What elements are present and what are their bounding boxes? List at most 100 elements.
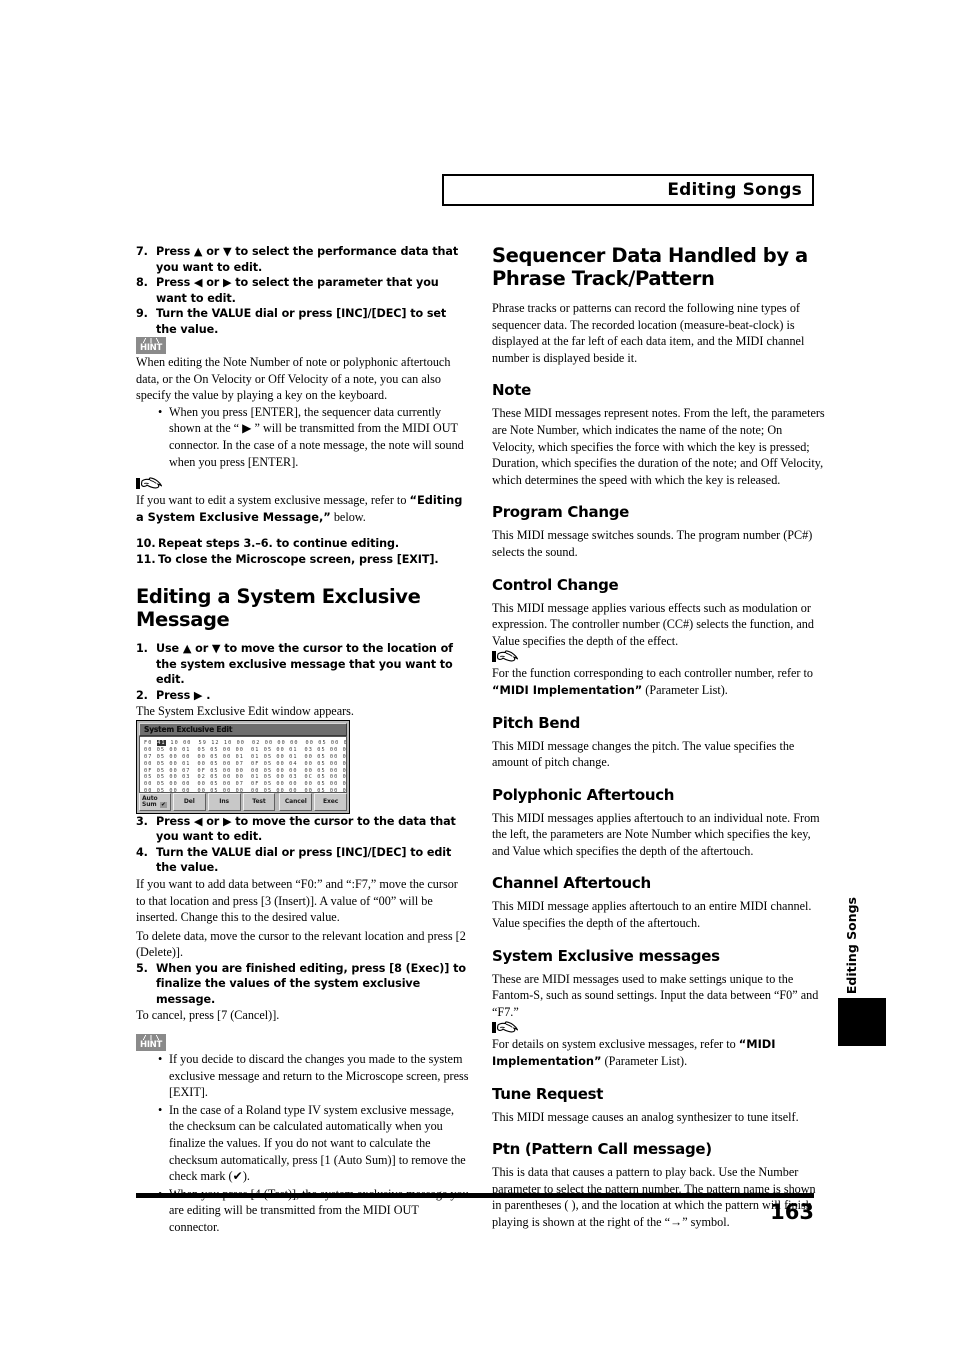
lcd-hex-cell[interactable]: 00 bbox=[276, 761, 284, 767]
lcd-hex-cell[interactable]: 00 bbox=[343, 747, 346, 753]
lcd-hex-cell[interactable]: 00 bbox=[330, 747, 338, 753]
lcd-hex-cell[interactable]: 02 bbox=[198, 774, 206, 780]
lcd-hex-cell[interactable]: 01 bbox=[251, 774, 259, 780]
lcd-hex-cell[interactable]: 10 bbox=[224, 740, 232, 746]
lcd-hex-cell[interactable]: 05 bbox=[317, 747, 325, 753]
lcd-hex-cell[interactable]: 00 bbox=[277, 740, 285, 746]
lcd-hex-cell[interactable]: 00 bbox=[305, 754, 313, 760]
lcd-hex-cell[interactable]: 00 bbox=[144, 781, 152, 787]
lcd-hex-cell[interactable]: 00 bbox=[305, 788, 313, 792]
lcd-hex-cell[interactable]: 02 bbox=[252, 740, 260, 746]
lcd-hex-cell[interactable]: 0C bbox=[305, 774, 313, 780]
lcd-button-test[interactable]: Test bbox=[242, 792, 276, 811]
lcd-hex-cell[interactable]: 41 bbox=[156, 739, 167, 746]
lcd-button-cancel[interactable]: Cancel bbox=[279, 792, 313, 811]
lcd-hex-cell[interactable]: 05 bbox=[157, 781, 165, 787]
lcd-hex-cell[interactable]: 00 bbox=[343, 781, 346, 787]
lcd-hex-cell[interactable]: 00 bbox=[330, 774, 338, 780]
lcd-hex-cell[interactable]: 07 bbox=[236, 781, 244, 787]
lcd-hex-cell[interactable]: 05 bbox=[264, 788, 272, 792]
lcd-hex-cell[interactable]: 00 bbox=[305, 781, 313, 787]
lcd-hex-cell[interactable]: 00 bbox=[305, 768, 313, 774]
lcd-hex-cell[interactable]: 12 bbox=[211, 740, 219, 746]
lcd-hex-cell[interactable]: 00 bbox=[223, 768, 231, 774]
lcd-hex-cell[interactable]: 05 bbox=[318, 740, 326, 746]
lcd-hex-cell[interactable]: 05 bbox=[210, 754, 218, 760]
lcd-hex-cell[interactable]: 05 bbox=[317, 768, 325, 774]
lcd-hex-cell[interactable]: 00 bbox=[330, 754, 338, 760]
lcd-hex-cell[interactable]: 05 bbox=[264, 761, 272, 767]
lcd-hex-cell[interactable]: 00 bbox=[289, 781, 297, 787]
lcd-hex-cell[interactable]: 00 bbox=[198, 754, 206, 760]
lcd-hex-cell[interactable]: 00 bbox=[251, 768, 259, 774]
lcd-hex-cell[interactable]: 05 bbox=[264, 754, 272, 760]
lcd-hex-cell[interactable]: 00 bbox=[182, 754, 190, 760]
lcd-hex-cell[interactable]: 01 bbox=[182, 747, 190, 753]
lcd-hex-cell[interactable]: 01 bbox=[289, 754, 297, 760]
lcd-hex-cell[interactable]: 02 bbox=[343, 768, 346, 774]
lcd-hex-cell[interactable]: 00 bbox=[169, 781, 177, 787]
lcd-hex-cell[interactable]: 05 bbox=[157, 747, 165, 753]
lcd-hex-cell[interactable]: 05 bbox=[264, 747, 272, 753]
lcd-hex-cell[interactable]: 00 bbox=[236, 774, 244, 780]
lcd-hex-cell[interactable]: 00 bbox=[276, 781, 284, 787]
lcd-hex-cell[interactable]: 00 bbox=[182, 788, 190, 792]
lcd-hex-cell[interactable]: 00 bbox=[183, 740, 191, 746]
lcd-hex-cell[interactable]: 05 bbox=[157, 768, 165, 774]
lcd-hex-cell[interactable]: 00 bbox=[265, 740, 273, 746]
lcd-hex-cell[interactable]: 59 bbox=[199, 740, 207, 746]
lcd-hex-cell[interactable]: 05 bbox=[317, 754, 325, 760]
lcd-hex-cell[interactable]: 00 bbox=[289, 768, 297, 774]
lcd-hex-cell[interactable]: 05 bbox=[157, 754, 165, 760]
lcd-hex-cell[interactable]: 00 bbox=[182, 781, 190, 787]
lcd-hex-cell[interactable]: 00 bbox=[330, 761, 338, 767]
lcd-button-exec[interactable]: Exec bbox=[314, 792, 347, 811]
lcd-hex-cell[interactable]: 00 bbox=[198, 781, 206, 787]
lcd-hex-cell[interactable]: 00 bbox=[169, 774, 177, 780]
lcd-hex-cell[interactable]: 01 bbox=[289, 747, 297, 753]
lcd-hex-cell[interactable]: 0F bbox=[251, 761, 259, 767]
lcd-hex-cell[interactable]: 00 bbox=[169, 768, 177, 774]
lcd-hex-cell[interactable]: 00 bbox=[169, 761, 177, 767]
lcd-hex-cell[interactable]: 00 bbox=[290, 740, 298, 746]
lcd-hex-cell[interactable]: 05 bbox=[210, 747, 218, 753]
lcd-hex-cell[interactable]: 00 bbox=[330, 768, 338, 774]
lcd-hex-cell[interactable]: 05 bbox=[264, 768, 272, 774]
lcd-hex-cell[interactable]: 00 bbox=[276, 754, 284, 760]
lcd-hex-cell[interactable]: 00 bbox=[343, 788, 346, 792]
lcd-hex-cell[interactable]: 05 bbox=[157, 761, 165, 767]
lcd-hex-cell[interactable]: 00 bbox=[223, 781, 231, 787]
lcd-hex-cell[interactable]: 07 bbox=[182, 768, 190, 774]
lcd-hex-cell[interactable]: 07 bbox=[144, 754, 152, 760]
lcd-hex-cell[interactable]: 00 bbox=[223, 754, 231, 760]
lcd-hex-cell[interactable]: 05 bbox=[210, 788, 218, 792]
lcd-hex-cell[interactable]: 00 bbox=[289, 788, 297, 792]
lcd-hex-cell[interactable]: 01 bbox=[236, 754, 244, 760]
lcd-hex-cell[interactable]: 00 bbox=[236, 747, 244, 753]
lcd-hex-cell[interactable]: 10 bbox=[170, 740, 178, 746]
lcd-hex-cell[interactable]: 01 bbox=[182, 761, 190, 767]
lcd-hex-cell[interactable]: 04 bbox=[289, 761, 297, 767]
lcd-hex-cell[interactable]: 05 bbox=[317, 774, 325, 780]
lcd-hex-cell[interactable]: 05 bbox=[157, 774, 165, 780]
lcd-hex-cell[interactable]: 00 bbox=[251, 788, 259, 792]
lcd-hex-cell[interactable]: 03 bbox=[182, 774, 190, 780]
lcd-hex-cell[interactable]: 00 bbox=[223, 761, 231, 767]
lcd-hex-cell[interactable]: 00 bbox=[169, 747, 177, 753]
lcd-hex-cell[interactable]: 01 bbox=[251, 747, 259, 753]
lcd-button-auto-sum[interactable]: Auto Sum ✔ bbox=[139, 792, 171, 811]
lcd-hex-cell[interactable]: 01 bbox=[251, 754, 259, 760]
lcd-hex-cell[interactable]: 07 bbox=[236, 761, 244, 767]
lcd-hex-cell[interactable]: 00 bbox=[276, 768, 284, 774]
lcd-hex-cell[interactable]: 00 bbox=[236, 768, 244, 774]
lcd-hex-cell[interactable]: 00 bbox=[305, 761, 313, 767]
lcd-hex-cell[interactable]: 00 bbox=[330, 781, 338, 787]
lcd-hex-cell[interactable]: 00 bbox=[306, 740, 314, 746]
lcd-hex-cell[interactable]: 00 bbox=[343, 774, 346, 780]
lcd-hex-cell[interactable]: 05 bbox=[198, 747, 206, 753]
lcd-hex-cell[interactable]: 00 bbox=[330, 788, 338, 792]
lcd-button-ins[interactable]: Ins bbox=[207, 792, 241, 811]
lcd-hex-cell[interactable]: 00 bbox=[144, 747, 152, 753]
lcd-hex-cell[interactable]: 00 bbox=[198, 761, 206, 767]
lcd-hex-cell[interactable]: 00 bbox=[331, 740, 339, 746]
